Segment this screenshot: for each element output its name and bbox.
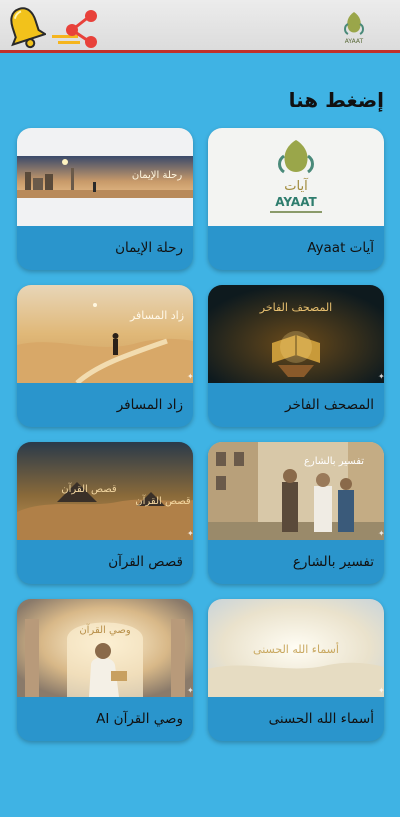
page-heading: إضغط هنا: [288, 88, 384, 112]
svg-text:✦: ✦: [187, 529, 193, 538]
journey-thumbnail: رحلة الإيمان: [17, 128, 193, 226]
svg-text:✦: ✦: [378, 372, 384, 381]
thumb-title: المصحف الفاخر: [259, 301, 332, 314]
thumb-title: آيات: [284, 177, 309, 194]
guardian-thumbnail: وصي القرآن ✦: [17, 599, 193, 697]
thumb-title: قصص القرآن: [61, 482, 117, 495]
card-ayaat[interactable]: آيات AYAAT آيات Ayaat: [208, 128, 384, 270]
svg-text:✦: ✦: [378, 529, 384, 538]
svg-text:✦: ✦: [187, 372, 193, 381]
card-label: زاد المسافر: [116, 397, 183, 413]
thumb-subtitle: AYAAT: [275, 195, 317, 209]
thumb-title: تفسير بالشارع: [304, 456, 364, 467]
street-thumbnail: تفسير بالشارع ✦: [208, 442, 384, 540]
share-icon[interactable]: [50, 8, 102, 48]
card-travelers-provision[interactable]: زاد المسافر ✦ زاد المسافر: [17, 285, 193, 427]
card-label: المصحف الفاخر: [285, 397, 374, 413]
traveler-thumbnail: زاد المسافر ✦: [17, 285, 193, 383]
card-luxury-mushaf[interactable]: المصحف الفاخر ✦ المصحف الفاخر: [208, 285, 384, 427]
stories-thumbnail: قصص القرآن قصص القرآن ✦: [17, 442, 193, 540]
card-journey-of-faith[interactable]: رحلة الإيمان رحلة الإيمان: [17, 128, 193, 270]
card-label: وصي القرآن AI: [96, 711, 183, 727]
ayaat-logo[interactable]: AYAAT: [338, 8, 370, 48]
ayaat-thumbnail: آيات AYAAT: [208, 128, 384, 226]
card-quran-guardian-ai[interactable]: وصي القرآن ✦ وصي القرآن AI: [17, 599, 193, 741]
svg-text:✦: ✦: [187, 686, 193, 695]
card-label: رحلة الإيمان: [115, 240, 183, 256]
card-label: آيات Ayaat: [307, 240, 374, 256]
mushaf-thumbnail: المصحف الفاخر ✦: [208, 285, 384, 383]
card-label: قصص القرآن: [108, 554, 183, 570]
svg-text:✦: ✦: [378, 686, 384, 695]
logo-text: AYAAT: [345, 38, 364, 45]
thumb-title: أسماء الله الحسنى: [253, 642, 339, 656]
card-quran-stories[interactable]: قصص القرآن قصص القرآن ✦ قصص القرآن: [17, 442, 193, 584]
names-thumbnail: أسماء الله الحسنى ✦: [208, 599, 384, 697]
card-street-tafsir[interactable]: تفسير بالشارع ✦ تفسير بالشارع: [208, 442, 384, 584]
top-bar: AYAAT: [0, 0, 400, 53]
thumb-title-2: قصص القرآن: [135, 494, 191, 507]
thumb-title: وصي القرآن: [79, 623, 131, 636]
card-label: تفسير بالشارع: [292, 554, 374, 570]
bell-icon[interactable]: [4, 4, 46, 50]
thumb-title: رحلة الإيمان: [132, 170, 182, 181]
card-label: أسماء الله الحسنى: [268, 711, 374, 727]
card-names-of-allah[interactable]: أسماء الله الحسنى ✦ أسماء الله الحسنى: [208, 599, 384, 741]
thumb-title: زاد المسافر: [129, 309, 184, 322]
